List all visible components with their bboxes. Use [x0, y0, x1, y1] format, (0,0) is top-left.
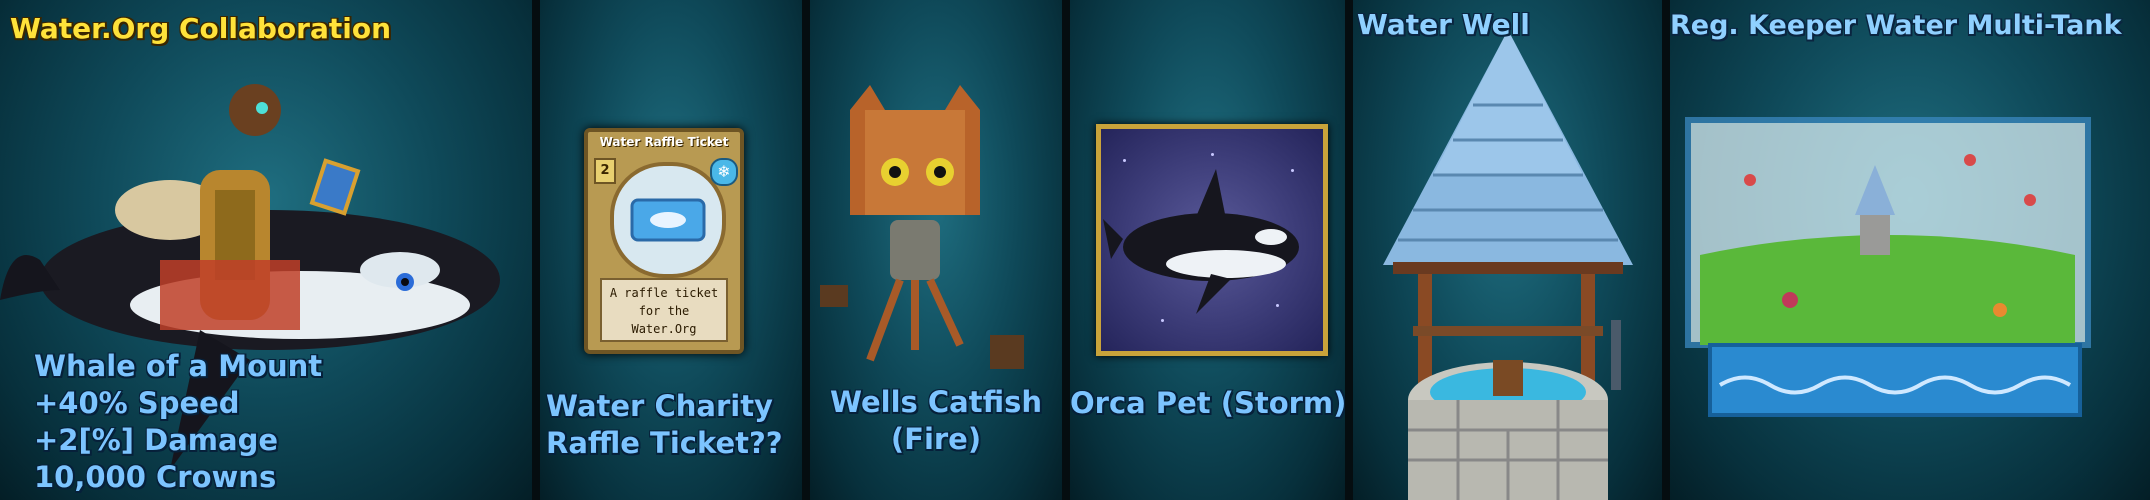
caption-line: Water Charity [546, 389, 773, 423]
card-art [610, 162, 726, 278]
panel-divider [1662, 0, 1670, 500]
whale-mount-caption: Whale of a Mount +40% Speed +2[%] Damage… [34, 348, 322, 496]
card-text-line: Water.Org [631, 322, 697, 336]
orca-pet-frame [1096, 124, 1328, 356]
panel-whale-mount: Water.Org Collaboration Whale of a Mount… [0, 0, 532, 500]
multi-tank-title: Reg. Keeper Water Multi-Tank [1670, 10, 2122, 41]
panel-divider [1062, 0, 1070, 500]
panel-divider [1345, 0, 1353, 500]
caption-line: 10,000 Crowns [34, 460, 277, 494]
orca-pet-caption: Orca Pet (Storm) [1070, 385, 1347, 422]
caption-line: Orca Pet (Storm) [1070, 386, 1347, 420]
multi-tank-image [1685, 117, 2091, 417]
raffle-ticket-caption: Water Charity Raffle Ticket?? [546, 388, 783, 462]
raffle-ticket-card: Water Raffle Ticket 2 ❄ A raffle ticket … [584, 128, 744, 354]
card-title: Water Raffle Ticket [599, 135, 729, 149]
catfish-caption: Wells Catfish (Fire) [810, 384, 1062, 458]
caption-line: Raffle Ticket?? [546, 426, 783, 460]
card-text-line: for the [638, 304, 690, 318]
caption-line: Wells Catfish [830, 385, 1042, 419]
caption-line: +40% Speed [34, 386, 240, 420]
caption-line: (Fire) [890, 422, 982, 456]
card-text-line: A raffle ticket [609, 286, 719, 300]
card-description: A raffle ticket for the Water.Org [600, 278, 728, 342]
orca-pet-image [1103, 169, 1299, 314]
caption-line: Whale of a Mount [34, 349, 323, 383]
panel-divider [802, 0, 810, 500]
caption-line: +2[%] Damage [34, 423, 278, 457]
banner-title: Water.Org Collaboration [10, 12, 392, 45]
water-well-title: Water Well [1357, 8, 1530, 41]
snowflake-icon: ❄ [710, 158, 738, 186]
collage-strip: Water.Org Collaboration Whale of a Mount… [0, 0, 2150, 500]
panel-water-well: Water Well [1353, 0, 1662, 500]
water-well-image [1383, 30, 1633, 500]
panel-divider [532, 0, 540, 500]
card-pip-cost: 2 [594, 158, 616, 184]
panel-multi-tank: Reg. Keeper Water Multi-Tank [1670, 0, 2150, 500]
